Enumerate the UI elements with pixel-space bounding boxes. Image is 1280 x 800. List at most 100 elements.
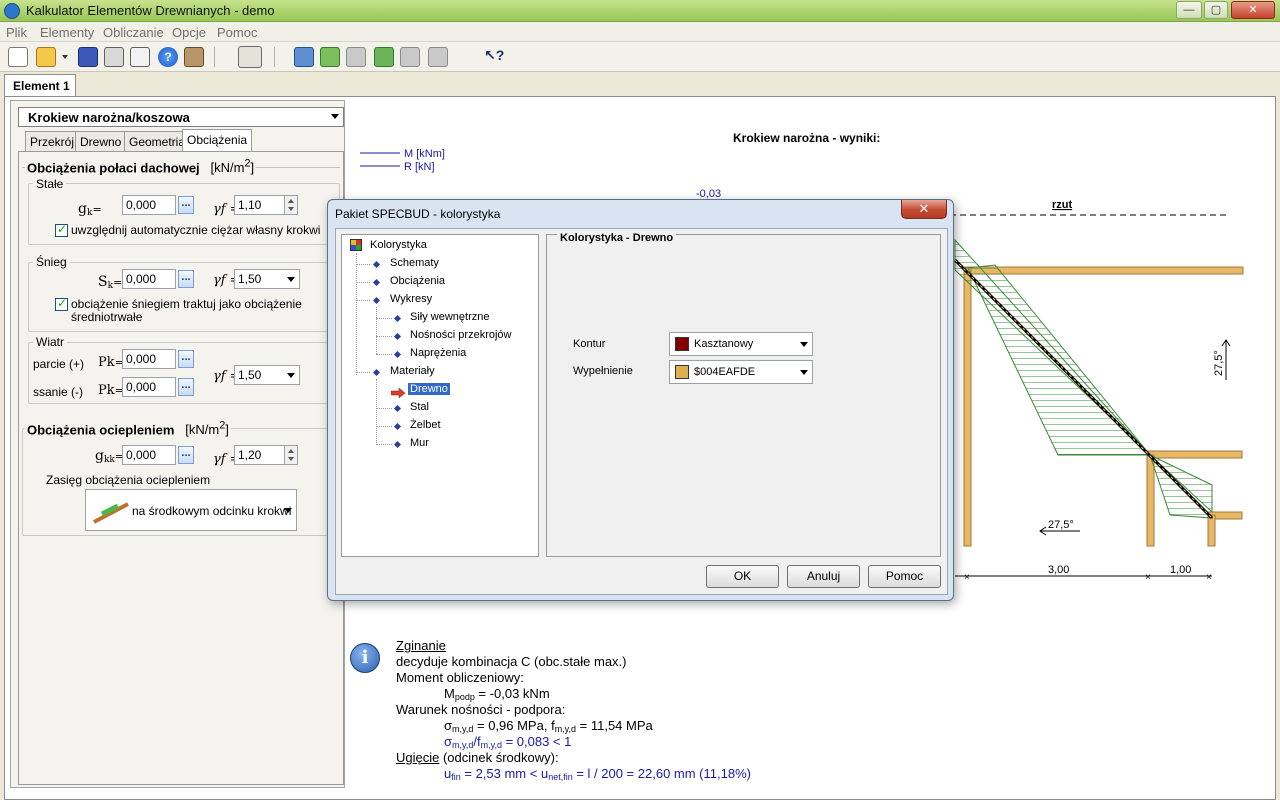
gamma-dead-field[interactable]: 1,10	[234, 195, 286, 215]
print-icon[interactable]	[104, 47, 124, 67]
gkk-more-button[interactable]: ...	[178, 446, 194, 464]
calculator-icon[interactable]	[238, 46, 262, 68]
menu-obliczanie[interactable]: Obliczanie	[103, 25, 164, 40]
snow-medium-term-checkbox[interactable]	[55, 296, 68, 311]
wypelnienie-select[interactable]: $004EAFDE	[669, 360, 813, 384]
help-button[interactable]: Pomoc	[868, 565, 941, 588]
window-icon[interactable]	[294, 47, 314, 67]
import-icon[interactable]	[374, 47, 394, 67]
bullet-icon	[372, 278, 381, 287]
wypelnienie-swatch	[675, 365, 689, 379]
menu-elementy[interactable]: Elementy	[40, 25, 94, 40]
export-icon[interactable]	[400, 47, 420, 67]
tab-obciazenia[interactable]: Obciążenia	[182, 129, 253, 151]
tree-item-naprezenia[interactable]: Naprężenia	[410, 347, 466, 359]
color-panel: Kolorystyka - Drewno Kontur Kasztanowy W…	[546, 232, 941, 557]
left-panel: Krokiew narożna/koszowa Przekrój Drewno …	[10, 100, 345, 788]
gamma-insulation-field[interactable]: 1,20	[234, 445, 286, 465]
wind-suction-field[interactable]: 0,000	[122, 377, 176, 397]
help-icon[interactable]: ?	[158, 47, 178, 67]
wind-suction-label: ssanie (-)	[33, 385, 84, 399]
tree-item-wykresy[interactable]: Wykresy	[390, 293, 432, 305]
info-condition-label: Warunek nośności - podpora:	[396, 702, 566, 717]
wypelnienie-label: Wypełnienie	[573, 365, 633, 377]
ok-button[interactable]: OK	[706, 565, 779, 588]
cancel-button[interactable]: Anuluj	[787, 565, 860, 588]
tab-przekroj[interactable]: Przekrój	[25, 131, 80, 151]
color-panel-title: Kolorystyka - Drewno	[557, 232, 677, 244]
bullet-icon	[393, 350, 402, 359]
new-icon[interactable]	[8, 47, 28, 67]
info-combination: decyduje kombinacja C (obc.stałe max.)	[396, 654, 627, 669]
gamma-wind-select[interactable]: 1,50	[234, 365, 300, 385]
tree-item-sily[interactable]: Siły wewnętrzne	[410, 311, 489, 323]
print-preview-icon[interactable]	[130, 47, 150, 67]
chevron-down-icon	[287, 373, 295, 378]
gkk-field[interactable]: 0,000	[122, 445, 176, 465]
angle-bottom-label: 27,5°	[1048, 519, 1074, 531]
tree-item-nosnosci[interactable]: Nośności przekrojów	[410, 329, 511, 341]
tree-item-materialy[interactable]: Materiały	[390, 365, 435, 377]
delete-element-icon[interactable]	[346, 47, 366, 67]
kontur-select[interactable]: Kasztanowy	[669, 332, 813, 356]
snow-load-label: Śnieg	[33, 255, 70, 269]
sk-more-button[interactable]: ...	[178, 270, 194, 288]
minimize-button[interactable]: —	[1176, 1, 1202, 19]
gk-more-button[interactable]: ...	[178, 196, 194, 214]
exit-icon[interactable]	[184, 47, 204, 67]
tab-drewno[interactable]: Drewno	[75, 131, 127, 151]
gk-field[interactable]: 0,000	[122, 195, 176, 215]
tree-item-zelbet[interactable]: Żelbet	[410, 419, 441, 431]
bullet-icon	[372, 260, 381, 269]
menu-pomoc[interactable]: Pomoc	[217, 25, 257, 40]
wind-pressure-field[interactable]: 0,000	[122, 349, 176, 369]
selected-arrow-icon	[390, 387, 406, 399]
palette-icon	[350, 239, 362, 251]
export2-icon[interactable]	[428, 47, 448, 67]
menu-bar: Plik Elementy Obliczanie Opcje Pomoc	[0, 22, 1280, 42]
tree-item-obciazenia[interactable]: Obciążenia	[390, 275, 445, 287]
app-icon	[4, 3, 20, 19]
save-icon[interactable]	[78, 47, 98, 67]
tab-geometria[interactable]: Geometria	[124, 131, 191, 151]
bullet-icon	[372, 368, 381, 377]
mid-purlin	[1147, 450, 1243, 459]
menu-plik[interactable]: Plik	[6, 25, 27, 40]
info-deflection-value: ufin = 2,53 mm < unet,fin = l / 200 = 22…	[444, 766, 751, 782]
tree-item-drewno[interactable]: Drewno	[408, 383, 450, 395]
tree-item-mur[interactable]: Mur	[410, 437, 429, 449]
post-left	[963, 267, 972, 547]
insulation-range-label: Zasięg obciążenia ociepleniem	[46, 473, 211, 487]
gamma-insulation-spinner[interactable]	[284, 445, 298, 465]
tree-item-kolorystyka[interactable]: Kolorystyka	[370, 239, 427, 251]
self-weight-checkbox[interactable]	[55, 222, 68, 237]
insulation-range-select[interactable]: na środkowym odcinku krokwi	[85, 489, 297, 531]
tree-item-schematy[interactable]: Schematy	[390, 257, 439, 269]
gk-symbol: gk=	[78, 201, 102, 218]
dialog-close-button[interactable]: ✕	[901, 200, 947, 219]
sk-field[interactable]: 0,000	[122, 269, 176, 289]
gamma-dead-spinner[interactable]	[284, 195, 298, 215]
legend-r-label: R [kN]	[404, 161, 435, 173]
wind-suction-more-button[interactable]: ...	[178, 378, 194, 396]
chevron-down-icon	[331, 114, 339, 119]
tree-item-stal[interactable]: Stal	[410, 401, 429, 413]
rafter-insulation-icon	[93, 502, 129, 524]
snow-medium-term-label-1: obciążenie śniegiem traktuj jako obciąże…	[71, 297, 302, 311]
post-middle	[1146, 454, 1155, 547]
legend-m-label: M [kNm]	[404, 148, 445, 160]
bullet-icon	[372, 296, 381, 305]
gamma-snow-select[interactable]: 1,50	[234, 269, 300, 289]
maximize-button[interactable]: ▢	[1204, 1, 1228, 19]
wind-pressure-more-button[interactable]: ...	[178, 350, 194, 368]
add-element-icon[interactable]	[320, 47, 340, 67]
bullet-icon	[393, 332, 402, 341]
element-type-select[interactable]: Krokiew narożna/koszowa	[18, 107, 344, 127]
open-icon[interactable]	[36, 47, 56, 67]
tab-element-1[interactable]: Element 1	[4, 74, 76, 96]
close-button[interactable]: ✕	[1231, 1, 1275, 19]
context-help-icon[interactable]: ↖?	[484, 47, 504, 67]
post-right	[1207, 514, 1216, 547]
open-dropdown-icon[interactable]	[62, 55, 68, 59]
menu-opcje[interactable]: Opcje	[172, 25, 206, 40]
